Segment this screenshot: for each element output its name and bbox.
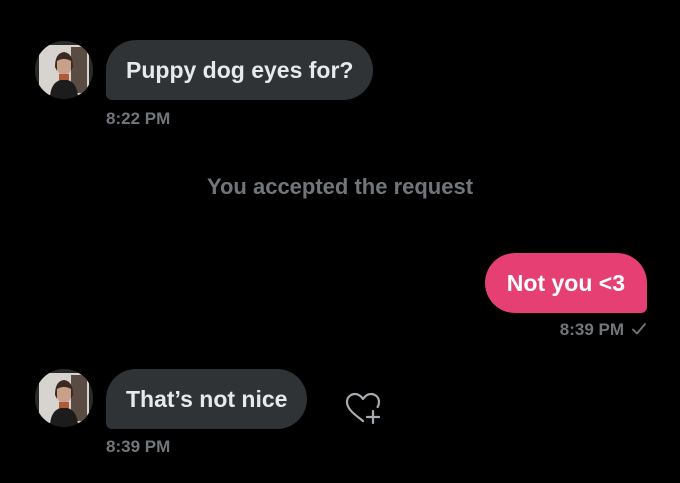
message-bubble[interactable]: Puppy dog eyes for? bbox=[106, 40, 374, 100]
avatar-image bbox=[35, 369, 93, 427]
message-text: Not you <3 bbox=[506, 269, 625, 296]
message-bubble[interactable]: That’s not nice bbox=[106, 369, 308, 429]
system-notice: You accepted the request bbox=[206, 174, 474, 199]
message-text: That’s not nice bbox=[126, 385, 288, 412]
check-icon bbox=[631, 321, 647, 341]
message-text: Puppy dog eyes for? bbox=[126, 56, 354, 83]
message-timestamp: 8:39 PM bbox=[106, 437, 171, 456]
message-timestamp: 8:22 PM bbox=[106, 109, 171, 128]
message-timestamp: 8:39 PM bbox=[559, 320, 624, 339]
avatar[interactable] bbox=[35, 369, 93, 427]
avatar-image bbox=[35, 41, 93, 99]
heart-plus-icon[interactable] bbox=[343, 388, 383, 428]
message-bubble[interactable]: Not you <3 bbox=[484, 253, 647, 313]
avatar[interactable] bbox=[35, 41, 93, 99]
message-timestamp-row: 8:39 PM bbox=[560, 320, 647, 341]
